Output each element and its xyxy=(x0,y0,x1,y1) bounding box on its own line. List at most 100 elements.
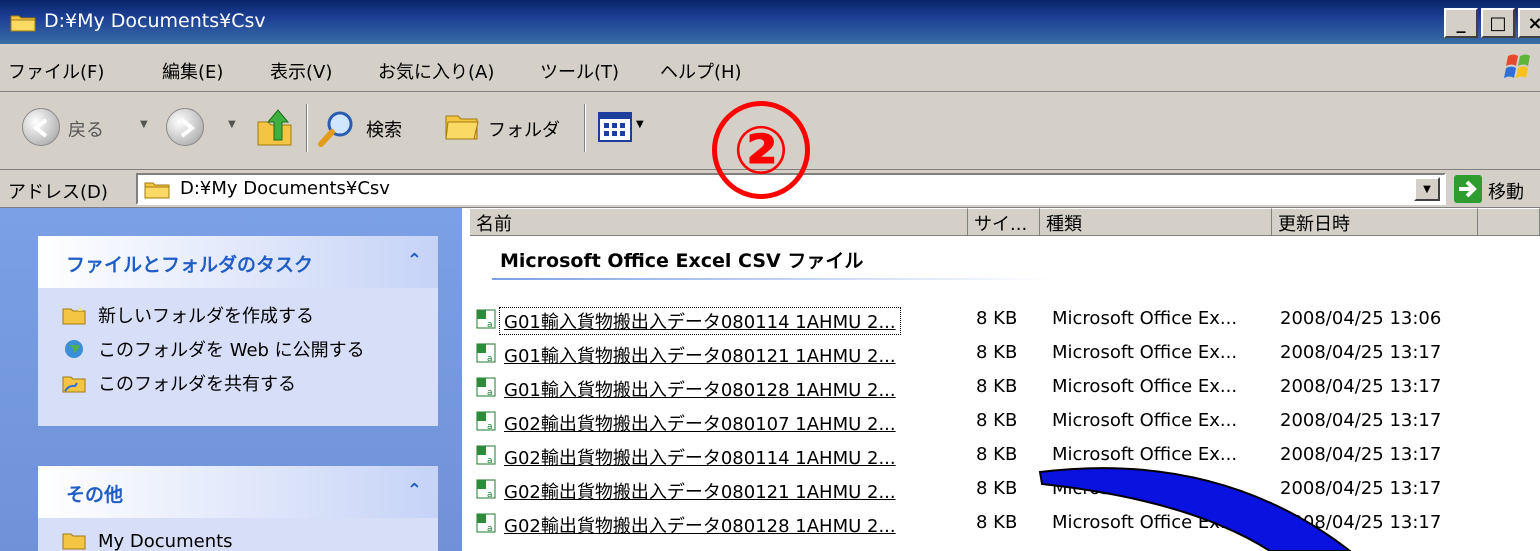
address-value[interactable]: D:¥My Documents¥Csv xyxy=(180,178,390,199)
file-date: 2008/04/25 13:06 xyxy=(1280,308,1442,329)
file-name[interactable]: G02輸出貨物搬出入データ080121 1AHMU 2... xyxy=(504,478,896,504)
collapse-chevron-icon[interactable]: ⌃ xyxy=(407,250,422,271)
file-size: 8 KB xyxy=(976,376,1018,397)
new-folder-icon xyxy=(62,307,86,325)
task-publish-web[interactable]: このフォルダを Web に公開する xyxy=(62,336,365,362)
go-label[interactable]: 移動 xyxy=(1488,178,1524,204)
file-row[interactable]: a G01輸入貨物搬出入データ080128 1AHMU 2... 8 KB Mi… xyxy=(476,372,1540,404)
back-dropdown-icon[interactable]: ▼ xyxy=(140,119,148,130)
task-share-folder-label: このフォルダを共有する xyxy=(98,374,296,395)
task-publish-web-label: このフォルダを Web に公開する xyxy=(98,340,365,361)
column-header-type[interactable]: 種類 xyxy=(1040,208,1272,236)
group-title: Microsoft Office Excel CSV ファイル xyxy=(500,250,864,272)
collapse-chevron-icon[interactable]: ⌃ xyxy=(407,480,422,501)
menu-view[interactable]: 表示(V) xyxy=(270,58,332,84)
other-header[interactable]: その他 ⌃ xyxy=(38,466,438,518)
file-tasks-title: ファイルとフォルダのタスク xyxy=(66,254,314,276)
excel-csv-icon: a xyxy=(476,479,496,500)
svg-text:a: a xyxy=(487,524,493,534)
file-row[interactable]: a G01輸入貨物搬出入データ080121 1AHMU 2... 8 KB Mi… xyxy=(476,338,1540,370)
svg-text:a: a xyxy=(487,456,493,466)
back-icon xyxy=(32,118,48,138)
excel-csv-icon: a xyxy=(476,377,496,398)
back-button[interactable] xyxy=(22,108,60,146)
file-date: 2008/04/25 13:17 xyxy=(1280,376,1442,397)
other-title: その他 xyxy=(66,484,124,506)
curved-arrow-annotation xyxy=(1038,467,1352,551)
file-type: Microsoft Office Ex... xyxy=(1052,410,1238,431)
column-header-size[interactable]: サイ... xyxy=(968,208,1040,236)
other-my-documents[interactable]: My Documents xyxy=(62,530,233,551)
title-bar: D:¥My Documents¥Csv _ □ × xyxy=(0,0,1540,44)
excel-csv-icon: a xyxy=(476,309,496,330)
column-header-name[interactable]: 名前 xyxy=(470,208,968,236)
views-dropdown-icon[interactable]: ▼ xyxy=(636,119,644,130)
share-folder-icon xyxy=(62,376,86,393)
menu-file[interactable]: ファイル(F) xyxy=(8,58,104,84)
file-name[interactable]: G01輸入貨物搬出入データ080121 1AHMU 2... xyxy=(504,342,896,368)
menu-help[interactable]: ヘルプ(H) xyxy=(660,58,742,84)
file-name[interactable]: G02輸出貨物搬出入データ080114 1AHMU 2... xyxy=(504,444,896,470)
file-size: 8 KB xyxy=(976,410,1018,431)
file-size: 8 KB xyxy=(976,478,1018,499)
address-label: アドレス(D) xyxy=(8,182,108,203)
other-panel: その他 ⌃ My Documents xyxy=(38,466,438,551)
task-new-folder-label: 新しいフォルダを作成する xyxy=(98,306,314,327)
annotation-number-text: ② xyxy=(733,111,789,189)
column-header-extra[interactable] xyxy=(1478,208,1540,236)
search-icon[interactable] xyxy=(318,108,358,148)
close-button[interactable]: × xyxy=(1518,8,1540,38)
forward-dropdown-icon[interactable]: ▼ xyxy=(228,119,236,130)
group-divider xyxy=(492,278,1052,280)
file-type: Microsoft Office Ex... xyxy=(1052,342,1238,363)
go-icon xyxy=(1459,180,1477,198)
minimize-button[interactable]: _ xyxy=(1444,8,1478,38)
file-name[interactable]: G01輸入貨物搬出入データ080128 1AHMU 2... xyxy=(504,376,896,402)
file-row[interactable]: a G02輸出貨物搬出入データ080121 1AHMU 2... 8 KB Mi… xyxy=(476,474,1540,506)
menu-tools[interactable]: ツール(T) xyxy=(540,58,619,84)
views-icon[interactable] xyxy=(598,112,632,142)
file-name[interactable]: G02輸出貨物搬出入データ080128 1AHMU 2... xyxy=(504,512,896,538)
windows-logo-icon xyxy=(1504,54,1530,78)
file-size: 8 KB xyxy=(976,308,1018,329)
task-share-folder[interactable]: このフォルダを共有する xyxy=(62,370,296,396)
up-folder-icon[interactable] xyxy=(254,106,294,148)
svg-text:a: a xyxy=(487,354,493,364)
task-new-folder[interactable]: 新しいフォルダを作成する xyxy=(62,302,314,328)
file-name[interactable]: G01輸入貨物搬出入データ080114 1AHMU 2... xyxy=(499,307,901,335)
file-row[interactable]: a G02輸出貨物搬出入データ080128 1AHMU 2... 8 KB Mi… xyxy=(476,508,1540,540)
file-name[interactable]: G02輸出貨物搬出入データ080107 1AHMU 2... xyxy=(504,410,896,436)
file-row[interactable]: a G02輸出貨物搬出入データ080114 1AHMU 2... 8 KB Mi… xyxy=(476,440,1540,472)
file-tasks-panel: ファイルとフォルダのタスク ⌃ 新しいフォルダを作成する このフォルダを Web… xyxy=(38,236,438,426)
window-title: D:¥My Documents¥Csv xyxy=(44,10,266,32)
maximize-button[interactable]: □ xyxy=(1481,8,1515,38)
svg-text:a: a xyxy=(487,490,493,500)
menu-edit[interactable]: 編集(E) xyxy=(162,58,223,84)
file-row[interactable]: a G01輸入貨物搬出入データ080114 1AHMU 2... 8 KB Mi… xyxy=(476,304,1540,336)
annotation-number: ② xyxy=(712,101,810,199)
go-button[interactable] xyxy=(1454,175,1482,203)
other-my-documents-label: My Documents xyxy=(98,531,233,551)
file-size: 8 KB xyxy=(976,512,1018,533)
address-dropdown-icon[interactable]: ▼ xyxy=(1414,177,1440,201)
column-header-modified[interactable]: 更新日時 xyxy=(1272,208,1478,236)
file-date: 2008/04/25 13:17 xyxy=(1280,342,1442,363)
menu-favorites[interactable]: お気に入り(A) xyxy=(378,58,494,84)
folders-icon[interactable] xyxy=(444,110,480,142)
forward-button[interactable] xyxy=(166,108,204,146)
task-pane: ファイルとフォルダのタスク ⌃ 新しいフォルダを作成する このフォルダを Web… xyxy=(0,208,462,551)
file-size: 8 KB xyxy=(976,342,1018,363)
excel-csv-icon: a xyxy=(476,411,496,432)
svg-text:a: a xyxy=(487,422,493,432)
excel-csv-icon: a xyxy=(476,445,496,466)
folders-label[interactable]: フォルダ xyxy=(488,116,560,142)
excel-csv-icon: a xyxy=(476,343,496,364)
file-type: Microsoft Office Ex... xyxy=(1052,308,1238,329)
file-row[interactable]: a G02輸出貨物搬出入データ080107 1AHMU 2... 8 KB Mi… xyxy=(476,406,1540,438)
file-tasks-header[interactable]: ファイルとフォルダのタスク ⌃ xyxy=(38,236,438,288)
excel-csv-icon: a xyxy=(476,513,496,534)
folder-icon xyxy=(62,533,86,550)
back-label: 戻る xyxy=(68,120,104,141)
svg-text:a: a xyxy=(487,320,493,330)
search-label[interactable]: 検索 xyxy=(366,116,402,142)
